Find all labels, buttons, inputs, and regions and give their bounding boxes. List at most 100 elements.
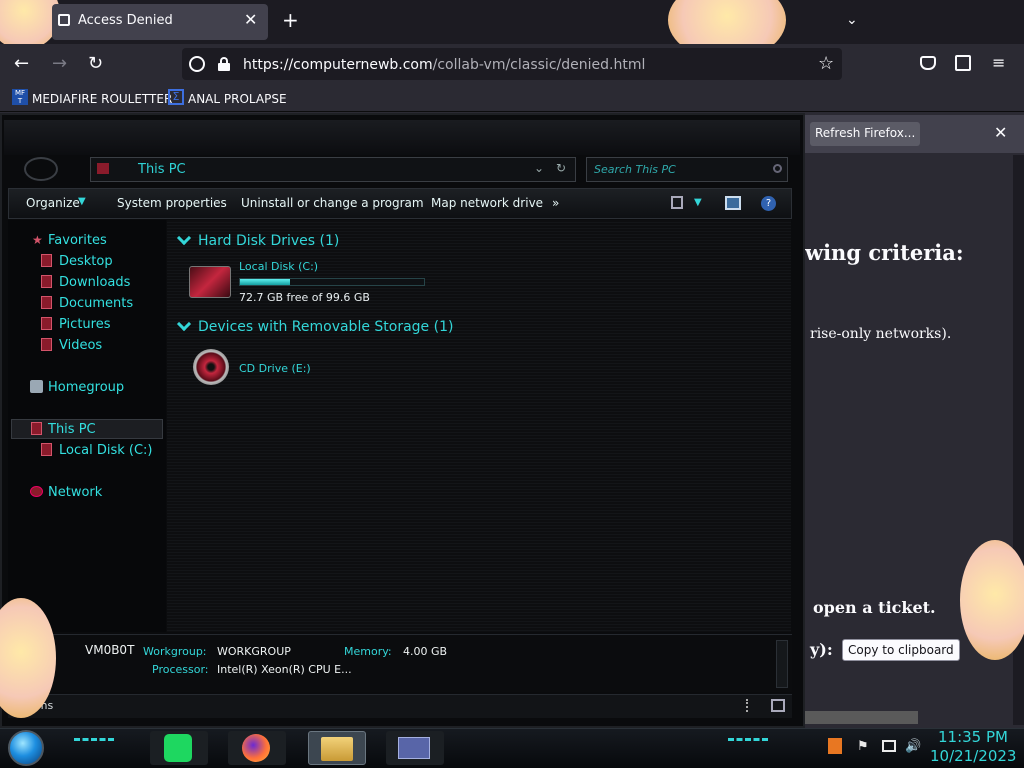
nav-local-disk[interactable]: Local Disk (C:) <box>59 443 152 458</box>
nav-this-pc[interactable]: This PC <box>48 422 96 437</box>
firefox-icon <box>242 734 270 762</box>
tab-title: Access Denied <box>78 13 173 28</box>
memory-value: 4.00 GB <box>403 645 448 658</box>
computer-name: VM0B0T <box>85 643 135 657</box>
page-heading: wing criteria: <box>805 240 964 265</box>
processor-label: Processor: <box>152 663 209 676</box>
taskbar-decoration <box>74 738 114 746</box>
nav-favorites[interactable]: Favorites <box>48 233 107 248</box>
java-update-icon[interactable] <box>828 738 842 754</box>
details-view-icon[interactable] <box>746 699 754 712</box>
local-disk-icon <box>41 443 52 456</box>
star-icon: ★ <box>32 233 43 247</box>
clock-date[interactable]: 10/21/2023 <box>930 747 1016 765</box>
this-pc-icon <box>31 422 42 435</box>
disk-usage-fill <box>240 279 290 285</box>
workgroup-label: Workgroup: <box>143 645 207 658</box>
cd-drive-icon[interactable] <box>193 349 229 385</box>
nav-desktop[interactable]: Desktop <box>59 254 113 269</box>
network-tray-icon[interactable] <box>882 740 896 752</box>
disk-free-text: 72.7 GB free of 99.6 GB <box>239 291 370 304</box>
taskbar-notes-app[interactable] <box>150 731 208 765</box>
uninstall-program-button[interactable]: Uninstall or change a program <box>241 196 424 210</box>
bookmark-second[interactable]: ANAL PROLAPSE <box>188 92 287 106</box>
desktop-icon <box>41 254 52 267</box>
workgroup-value: WORKGROUP <box>217 645 291 658</box>
start-button[interactable] <box>8 730 44 766</box>
file-explorer-icon <box>321 737 353 761</box>
notes-app-icon <box>164 734 192 762</box>
forward-icon[interactable]: → <box>52 53 67 74</box>
copy-to-clipboard-button[interactable]: Copy to clipboard <box>842 639 960 661</box>
help-icon[interactable]: ? <box>761 196 776 211</box>
details-scrollbar[interactable] <box>776 640 788 688</box>
page-text: rise-only networks). <box>810 326 952 342</box>
flag-icon[interactable]: ⚑ <box>857 739 869 754</box>
status-bar <box>8 694 792 718</box>
volume-icon[interactable]: 🔊 <box>905 739 921 754</box>
nav-downloads[interactable]: Downloads <box>59 275 130 290</box>
back-icon[interactable]: ← <box>14 53 29 74</box>
chevron-down-icon[interactable]: ⌄ <box>534 161 544 175</box>
search-placeholder: Search This PC <box>594 163 676 176</box>
explorer-titlebar[interactable] <box>4 120 800 155</box>
character-sticker <box>960 540 1024 660</box>
group-removable-storage[interactable]: Devices with Removable Storage (1) <box>198 319 453 335</box>
view-options-icon[interactable] <box>671 196 683 209</box>
close-icon[interactable]: ✕ <box>244 10 257 29</box>
group-hard-disk-drives[interactable]: Hard Disk Drives (1) <box>198 233 339 249</box>
pocket-icon[interactable] <box>920 56 936 70</box>
page-warning-icon <box>58 14 70 26</box>
nav-videos[interactable]: Videos <box>59 338 102 353</box>
url-text[interactable]: https://computernewb.com/collab-vm/class… <box>243 57 645 73</box>
map-network-drive-button[interactable]: Map network drive <box>431 196 543 210</box>
more-commands-button[interactable]: » <box>552 196 559 210</box>
cd-drive-label[interactable]: CD Drive (E:) <box>239 362 311 375</box>
nav-homegroup[interactable]: Homegroup <box>48 380 124 395</box>
organize-button[interactable]: Organize <box>26 196 80 210</box>
local-disk-label[interactable]: Local Disk (C:) <box>239 260 318 273</box>
taskbar-control-panel[interactable] <box>386 731 444 765</box>
url-path: /collab-vm/classic/denied.html <box>432 57 646 73</box>
extensions-icon[interactable] <box>955 55 971 71</box>
ticket-text: open a ticket. <box>813 598 936 617</box>
menu-icon[interactable]: ≡ <box>992 53 1005 72</box>
reload-icon[interactable]: ↻ <box>88 53 103 74</box>
nav-network[interactable]: Network <box>48 485 102 500</box>
taskbar-firefox[interactable] <box>228 731 286 765</box>
search-icon[interactable] <box>773 164 782 173</box>
back-forward-icon[interactable] <box>24 157 58 181</box>
horizontal-scrollbar[interactable] <box>805 711 918 724</box>
system-properties-button[interactable]: System properties <box>117 196 227 210</box>
new-tab-button[interactable]: + <box>282 8 299 32</box>
taskbar-file-explorer[interactable] <box>308 731 366 765</box>
chevron-down-icon[interactable]: ▼ <box>78 196 86 207</box>
refresh-icon[interactable]: ↻ <box>556 161 566 175</box>
refresh-firefox-button[interactable]: Refresh Firefox... <box>810 122 921 146</box>
chevron-down-icon[interactable]: ⌄ <box>846 12 858 28</box>
downloads-icon <box>41 275 52 288</box>
tiles-view-icon[interactable] <box>771 699 785 712</box>
label-fragment: y): <box>810 640 833 659</box>
shield-icon[interactable] <box>189 56 205 72</box>
processor-value: Intel(R) Xeon(R) CPU E... <box>217 663 352 676</box>
pictures-icon <box>41 317 52 330</box>
documents-icon <box>41 296 52 309</box>
mediafire-icon: MF T <box>12 89 28 105</box>
nav-pictures[interactable]: Pictures <box>59 317 110 332</box>
chevron-down-icon[interactable]: ▼ <box>694 197 702 208</box>
lock-icon[interactable] <box>218 57 230 71</box>
sigma-icon: Σ <box>168 89 184 105</box>
nav-documents[interactable]: Documents <box>59 296 133 311</box>
url-host: https://computernewb.com <box>243 57 433 73</box>
close-icon[interactable]: ✕ <box>994 123 1007 142</box>
computer-icon <box>97 163 109 174</box>
preview-pane-icon[interactable] <box>725 196 741 210</box>
clock-time[interactable]: 11:35 PM <box>938 728 1008 746</box>
videos-icon <box>41 338 52 351</box>
network-icon <box>30 486 43 497</box>
hard-disk-icon[interactable] <box>189 266 231 298</box>
star-icon[interactable]: ☆ <box>818 53 834 74</box>
bookmark-mediafire[interactable]: MEDIAFIRE ROULETTER <box>32 92 172 106</box>
control-panel-icon <box>398 737 430 759</box>
